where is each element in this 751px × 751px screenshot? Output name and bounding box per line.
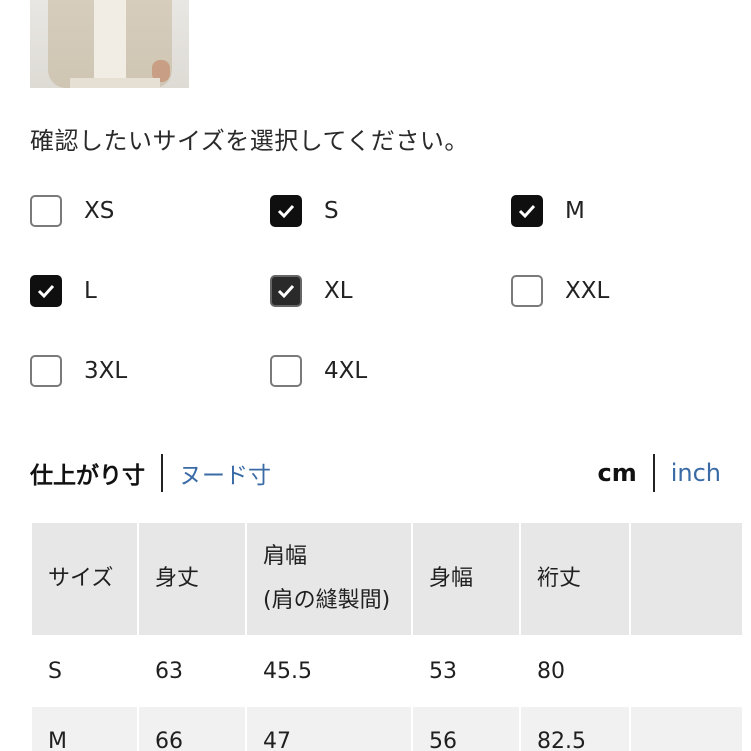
cell-shoulder: 47 — [245, 705, 413, 751]
size-option-xxl[interactable]: XXL — [511, 271, 609, 311]
size-label-m: M — [565, 198, 585, 224]
tab-unit-cm[interactable]: cm — [597, 459, 636, 487]
tab-finished-size[interactable]: 仕上がり寸 — [30, 456, 145, 490]
inner-shirt-image-part — [94, 0, 126, 88]
checkbox-l[interactable] — [30, 275, 62, 307]
cell-width: 53 — [411, 635, 521, 707]
checkmark-icon — [37, 284, 55, 299]
checkbox-s[interactable] — [270, 195, 302, 227]
cell-empty — [629, 635, 744, 707]
checkbox-xl[interactable] — [270, 275, 302, 307]
header-shoulder: 肩幅 (肩の縫製間) — [245, 521, 413, 637]
table-row: M 66 47 56 82.5 — [30, 705, 744, 751]
checkmark-icon — [277, 204, 295, 219]
size-label-4xl: 4XL — [324, 358, 368, 384]
checkmark-icon — [518, 204, 536, 219]
select-size-prompt: 確認したいサイズを選択してください。 — [30, 127, 469, 155]
cell-width: 56 — [411, 705, 521, 751]
header-width: 身幅 — [411, 521, 521, 637]
size-option-m[interactable]: M — [511, 191, 585, 231]
size-label-xl: XL — [324, 278, 353, 304]
tab-divider — [161, 454, 163, 492]
cell-length: 66 — [137, 705, 247, 751]
tab-unit-inch[interactable]: inch — [671, 459, 721, 487]
size-option-4xl[interactable]: 4XL — [270, 351, 367, 391]
checkbox-4xl[interactable] — [270, 355, 302, 387]
cell-sleeve: 80 — [519, 635, 631, 707]
cell-size: M — [30, 705, 139, 751]
cell-empty — [629, 705, 744, 751]
cell-length: 63 — [137, 635, 247, 707]
measurement-type-tabs: 仕上がり寸 ヌード寸 — [30, 452, 271, 494]
table-row: S 63 45.5 53 80 — [30, 635, 744, 707]
size-option-xl[interactable]: XL — [270, 271, 353, 311]
header-size: サイズ — [30, 521, 139, 637]
cell-size: S — [30, 635, 139, 707]
checkbox-3xl[interactable] — [30, 355, 62, 387]
table-header-row: サイズ 身丈 肩幅 (肩の縫製間) 身幅 裄丈 — [30, 521, 744, 637]
header-sleeve: 裄丈 — [519, 521, 631, 637]
header-length: 身丈 — [137, 521, 247, 637]
size-option-xs[interactable]: XS — [30, 191, 114, 231]
size-option-l[interactable]: L — [30, 271, 97, 311]
size-table: サイズ 身丈 肩幅 (肩の縫製間) 身幅 裄丈 S 63 45.5 53 80 — [30, 521, 744, 751]
size-option-s[interactable]: S — [270, 191, 339, 231]
pants-image-part — [70, 78, 160, 88]
size-label-xs: XS — [84, 198, 115, 224]
size-chart-page: 確認したいサイズを選択してください。 XS S M L XL XXL 3XL 4… — [0, 0, 751, 751]
header-empty — [629, 521, 744, 637]
size-label-s: S — [324, 198, 339, 224]
cell-shoulder: 45.5 — [245, 635, 413, 707]
product-thumbnail[interactable] — [30, 0, 189, 88]
cell-sleeve: 82.5 — [519, 705, 631, 751]
checkbox-xs[interactable] — [30, 195, 62, 227]
unit-tabs: cm inch — [597, 452, 721, 494]
size-label-3xl: 3XL — [84, 358, 128, 384]
size-label-xxl: XXL — [565, 278, 610, 304]
size-option-3xl[interactable]: 3XL — [30, 351, 127, 391]
unit-divider — [652, 454, 655, 492]
checkmark-icon — [277, 284, 295, 299]
checkbox-xxl[interactable] — [511, 275, 543, 307]
header-shoulder-title: 肩幅 — [263, 544, 308, 569]
checkbox-m[interactable] — [511, 195, 543, 227]
header-shoulder-note: (肩の縫製間) — [263, 588, 391, 613]
tab-nude-size[interactable]: ヌード寸 — [179, 456, 271, 490]
size-label-l: L — [84, 278, 97, 304]
